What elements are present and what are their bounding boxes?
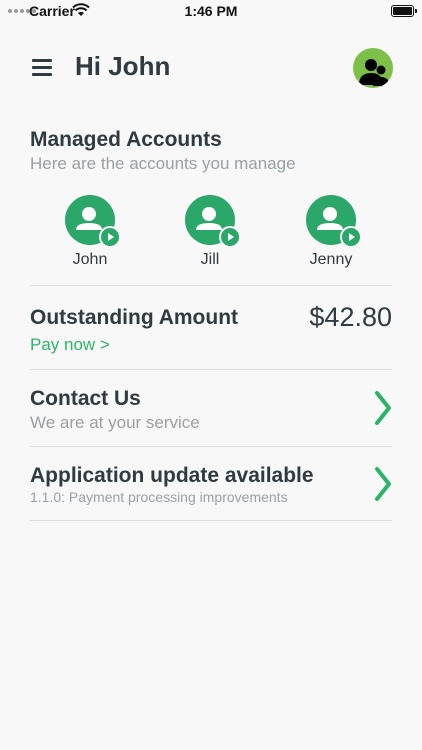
pay-now-link[interactable]: Pay now > (30, 335, 110, 355)
divider (30, 520, 392, 521)
page-title: Hi John (75, 51, 171, 81)
clock: 1:46 PM (184, 3, 238, 19)
play-icon (99, 226, 121, 248)
account-name: Jill (200, 251, 220, 268)
update-subtitle: 1.1.0: Payment processing improvements (30, 489, 288, 505)
divider (30, 446, 392, 447)
contact-us-subtitle: We are at your service (30, 413, 200, 432)
play-icon (219, 226, 241, 248)
account-name: John (72, 251, 108, 268)
chevron-right-icon[interactable] (372, 390, 394, 426)
account-name: Jenny (309, 251, 353, 268)
outstanding-amount-title: Outstanding Amount (30, 306, 239, 329)
battery-icon (391, 5, 417, 17)
divider (30, 369, 392, 370)
user-icon (65, 195, 121, 248)
hamburger-menu-icon[interactable] (32, 59, 52, 76)
play-icon (340, 226, 362, 248)
managed-accounts-title: Managed Accounts (30, 128, 222, 151)
users-icon (359, 59, 390, 86)
account-jill[interactable]: Jill (165, 195, 255, 269)
update-title[interactable]: Application update available (30, 464, 314, 488)
managed-accounts-subtitle: Here are the accounts you manage (30, 154, 296, 173)
divider (30, 285, 392, 286)
chevron-right-icon[interactable] (372, 466, 394, 502)
avatar[interactable] (353, 48, 393, 88)
account-john[interactable]: John (45, 195, 135, 269)
user-icon (185, 195, 241, 248)
outstanding-amount-value: $42.80 (309, 302, 392, 332)
status-bar: Carrier 1:46 PM (0, 0, 422, 22)
contact-us-title[interactable]: Contact Us (30, 387, 141, 411)
user-icon (306, 195, 362, 248)
account-jenny[interactable]: Jenny (286, 195, 376, 269)
